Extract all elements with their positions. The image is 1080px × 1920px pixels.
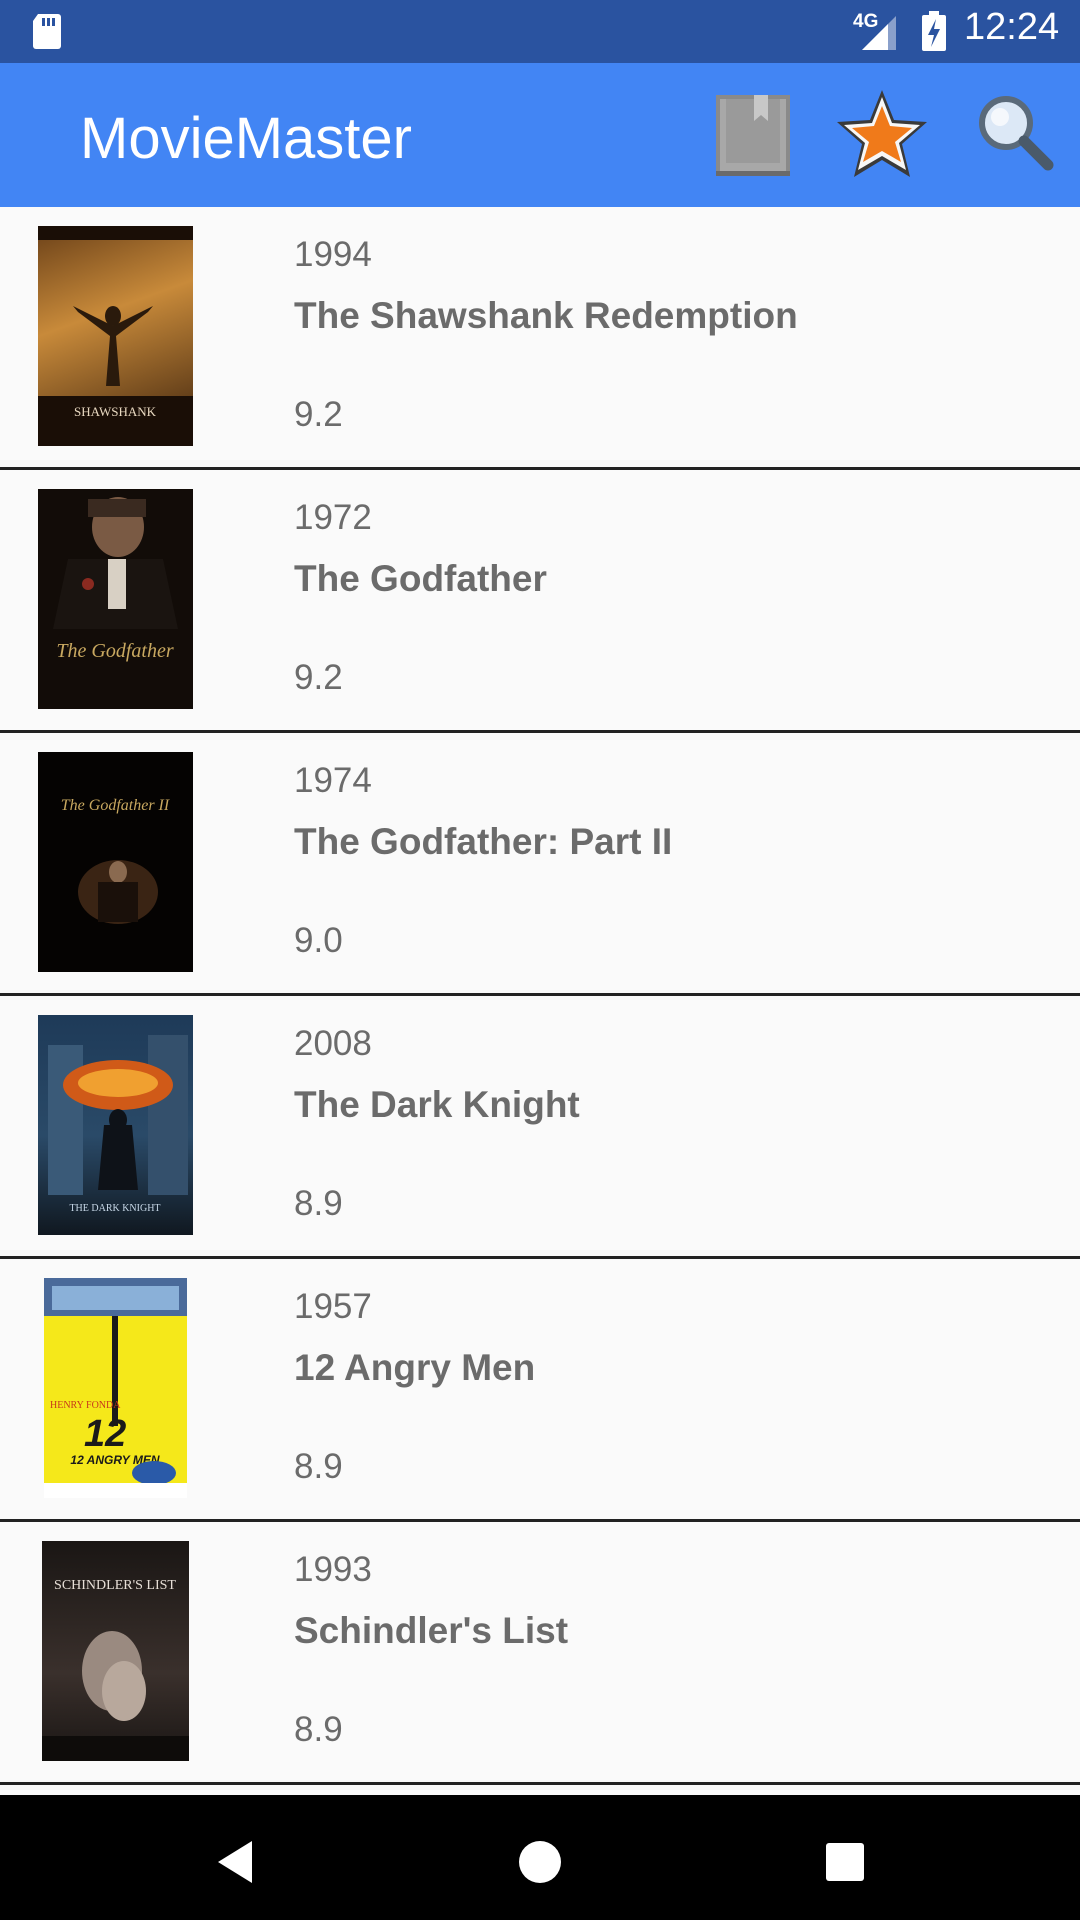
schindlers-list-poster-art: SCHINDLER'S LIST <box>42 1578 189 1761</box>
movie-rating: 9.0 <box>294 921 343 960</box>
twelve-angry-men-poster-art: HENRY FONDA 12 12 ANGRY MEN <box>44 1278 187 1498</box>
app-bar: MovieMaster <box>0 63 1080 207</box>
movie-rating: 8.9 <box>294 1447 343 1486</box>
battery-charging-icon <box>922 11 946 51</box>
movie-rating: 8.9 <box>294 1710 343 1749</box>
godfather-ii-poster-art: The Godfather II <box>61 797 170 924</box>
poster-number-text: 12 <box>84 1413 126 1455</box>
back-button[interactable] <box>190 1817 280 1907</box>
status-bar: 4G 12:24 <box>0 0 1080 63</box>
clock: 12:24 <box>964 6 1060 48</box>
godfather-poster-art: The Godfather <box>53 497 178 662</box>
dark-knight-poster-art: THE DARK KNIGHT <box>48 1035 188 1214</box>
movie-title: Schindler's List <box>294 1610 569 1651</box>
movie-list[interactable]: SHAWSHANK 1994 The Shawshank Redemption … <box>0 207 1080 1785</box>
sd-card-icon <box>33 14 61 49</box>
movie-rating: 8.9 <box>294 1184 343 1223</box>
movie-year: 1994 <box>294 235 372 274</box>
movie-title: The Dark Knight <box>294 1084 580 1125</box>
poster-title-text: The Godfather II <box>61 797 170 814</box>
favorites-button[interactable] <box>827 79 937 189</box>
movie-poster: The Godfather <box>38 489 193 709</box>
app-title: MovieMaster <box>80 106 412 171</box>
poster-title-text: THE DARK KNIGHT <box>69 1203 160 1214</box>
movie-poster: The Godfather II <box>38 752 193 972</box>
movie-year: 1974 <box>294 761 372 800</box>
movie-rating: 9.2 <box>294 658 343 697</box>
movie-poster: SCHINDLER'S LIST <box>42 1541 189 1761</box>
movie-list-item[interactable]: HENRY FONDA 12 12 ANGRY MEN 1957 12 Angr… <box>0 1259 1080 1522</box>
search-icon <box>979 96 1054 171</box>
back-triangle-icon <box>218 1841 252 1883</box>
home-button[interactable] <box>495 1817 585 1907</box>
movie-title: The Shawshank Redemption <box>294 295 798 336</box>
movie-poster: THE DARK KNIGHT <box>38 1015 193 1235</box>
poster-title-text: SCHINDLER'S LIST <box>54 1578 176 1593</box>
poster-title-text: SHAWSHANK <box>74 404 157 419</box>
poster-title-text: The Godfather <box>56 640 173 662</box>
movie-rating: 9.2 <box>294 395 343 434</box>
movie-list-item[interactable]: THE DARK KNIGHT 2008 The Dark Knight 8.9 <box>0 996 1080 1259</box>
movie-year: 1957 <box>294 1287 372 1326</box>
movie-title: The Godfather <box>294 558 547 599</box>
movie-year: 1993 <box>294 1550 372 1589</box>
bookmarks-button[interactable] <box>697 79 807 189</box>
movie-list-item[interactable]: SCHINDLER'S LIST 1993 Schindler's List 8… <box>0 1522 1080 1785</box>
recent-apps-button[interactable] <box>800 1817 890 1907</box>
movie-list-item[interactable]: The Godfather 1972 The Godfather 9.2 <box>0 470 1080 733</box>
system-navigation-bar <box>0 1795 1080 1920</box>
movie-poster: SHAWSHANK <box>38 226 193 446</box>
bookmark-icon <box>716 95 790 176</box>
movie-list-item[interactable]: The Godfather II 1974 The Godfather: Par… <box>0 733 1080 996</box>
poster-author-text: HENRY FONDA <box>50 1400 121 1411</box>
recent-apps-square-icon <box>826 1843 864 1881</box>
movie-list-item[interactable]: SHAWSHANK 1994 The Shawshank Redemption … <box>0 207 1080 470</box>
cell-signal-icon <box>862 16 896 50</box>
shawshank-poster-art: SHAWSHANK <box>38 226 193 446</box>
movie-year: 1972 <box>294 498 372 537</box>
search-button[interactable] <box>960 79 1070 189</box>
home-circle-icon <box>519 1841 561 1883</box>
movie-poster: HENRY FONDA 12 12 ANGRY MEN <box>44 1278 187 1498</box>
movie-title: 12 Angry Men <box>294 1347 536 1388</box>
movie-year: 2008 <box>294 1024 372 1063</box>
star-icon <box>837 90 927 177</box>
movie-title: The Godfather: Part II <box>294 821 673 862</box>
